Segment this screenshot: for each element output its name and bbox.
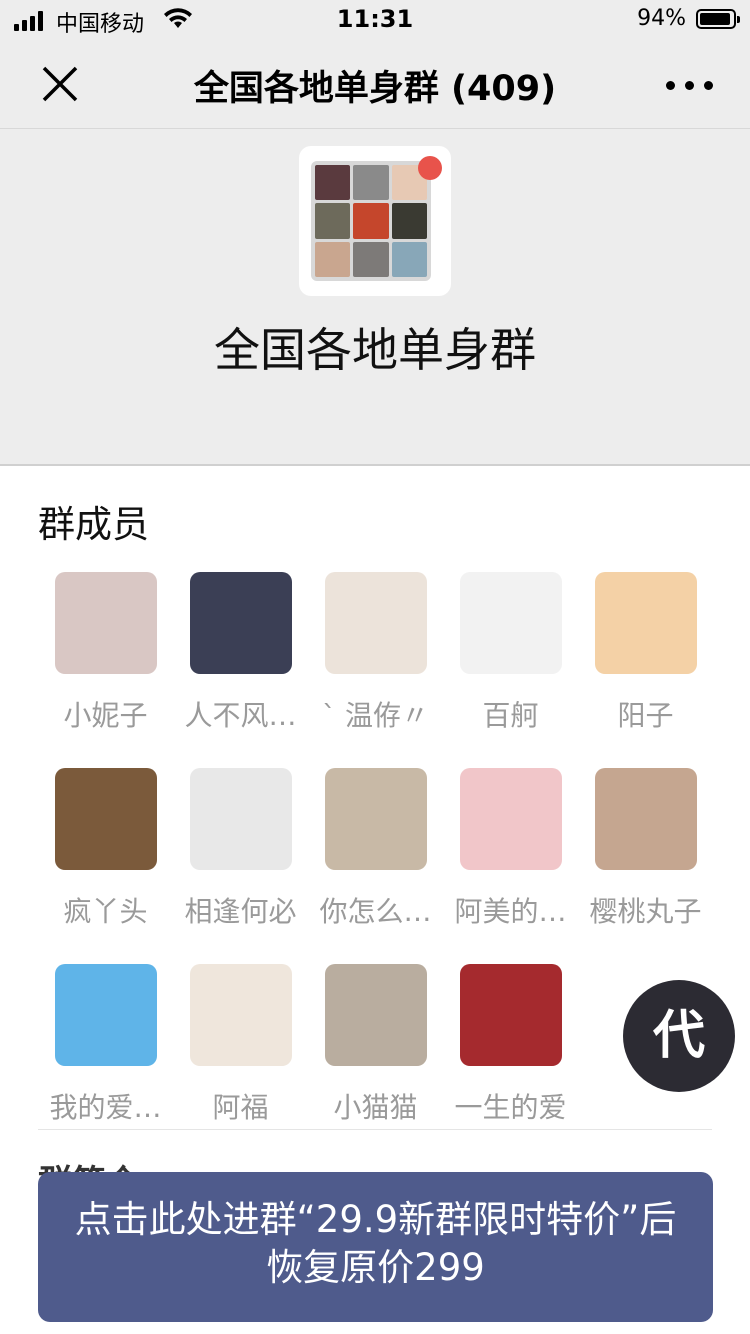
more-button[interactable] (660, 54, 720, 114)
group-name: 全国各地单身群 (214, 323, 536, 377)
group-avatar[interactable] (299, 146, 451, 296)
member-name: 百舸 (482, 699, 539, 732)
group-avatar-grid (311, 161, 431, 281)
members-section-title: 群成员 (38, 503, 149, 546)
member-avatar (459, 572, 562, 674)
member-avatar (324, 768, 427, 870)
member-avatar (594, 572, 697, 674)
nav-bar: 全国各地单身群 (409) (0, 40, 750, 129)
member-item[interactable]: 百舸 (443, 572, 578, 734)
member-item[interactable]: 阿美的… (443, 768, 578, 930)
member-item[interactable]: 人不风… (173, 572, 308, 734)
member-avatar (189, 572, 292, 674)
banner-line-1: 点击此处进群“29.9新群限时特价”后 (74, 1198, 677, 1241)
unread-dot (418, 156, 442, 180)
signal-icon (14, 9, 48, 31)
member-avatar (189, 768, 292, 870)
member-avatar (324, 964, 427, 1066)
member-name: 阳子 (617, 699, 674, 732)
carrier-label: 中国移动 (56, 12, 145, 37)
member-item[interactable]: 相逢何必 (173, 768, 308, 930)
member-avatar (459, 768, 562, 870)
member-name: 阿美的… (454, 895, 567, 928)
member-item[interactable]: 小猫猫 (308, 964, 443, 1126)
member-name: 一生的爱 (454, 1091, 567, 1124)
member-name: 阿福 (212, 1091, 269, 1124)
join-group-banner[interactable]: 点击此处进群“29.9新群限时特价”后 恢复原价299 (38, 1172, 713, 1322)
member-avatar (189, 964, 292, 1066)
divider (38, 1129, 712, 1130)
close-button[interactable] (30, 54, 90, 114)
status-bar: 中国移动 11:31 94% (0, 0, 750, 40)
banner-line-2: 恢复原价299 (266, 1246, 485, 1289)
agent-badge[interactable]: 代 (623, 980, 735, 1092)
battery-percent: 94% (637, 6, 686, 31)
page-title: 全国各地单身群 (409) (193, 69, 557, 109)
member-item[interactable]: 阿福 (173, 964, 308, 1126)
member-item[interactable]: 樱桃丸子 (578, 768, 713, 930)
member-item[interactable]: 阳子 (578, 572, 713, 734)
member-name: 人不风… (184, 699, 297, 732)
member-item[interactable]: 一生的爱 (443, 964, 578, 1126)
member-name: 我的爱… (49, 1091, 162, 1124)
member-item[interactable]: 疯丫头 (38, 768, 173, 930)
member-item[interactable]: ` 温侟〃 (308, 572, 443, 734)
member-name: 樱桃丸子 (589, 895, 702, 928)
battery-icon (696, 9, 740, 29)
member-item[interactable]: 你怎么… (308, 768, 443, 930)
member-name: 相逢何必 (184, 895, 297, 928)
member-item[interactable]: 我的爱… (38, 964, 173, 1126)
member-avatar (459, 964, 562, 1066)
member-name: 你怎么… (319, 895, 432, 928)
member-name: 疯丫头 (63, 895, 148, 928)
member-item[interactable]: 小妮子 (38, 572, 173, 734)
member-name: 小妮子 (63, 699, 148, 732)
member-avatar (324, 572, 427, 674)
member-avatar (54, 572, 157, 674)
member-name: ` 温侟〃 (322, 699, 429, 732)
wifi-icon (164, 8, 192, 28)
member-name: 小猫猫 (333, 1091, 418, 1124)
member-avatar (54, 768, 157, 870)
member-avatar (54, 964, 157, 1066)
group-header: 全国各地单身群 (0, 129, 750, 466)
close-icon (42, 66, 78, 102)
bottom-strip (0, 1322, 750, 1334)
member-avatar (594, 768, 697, 870)
